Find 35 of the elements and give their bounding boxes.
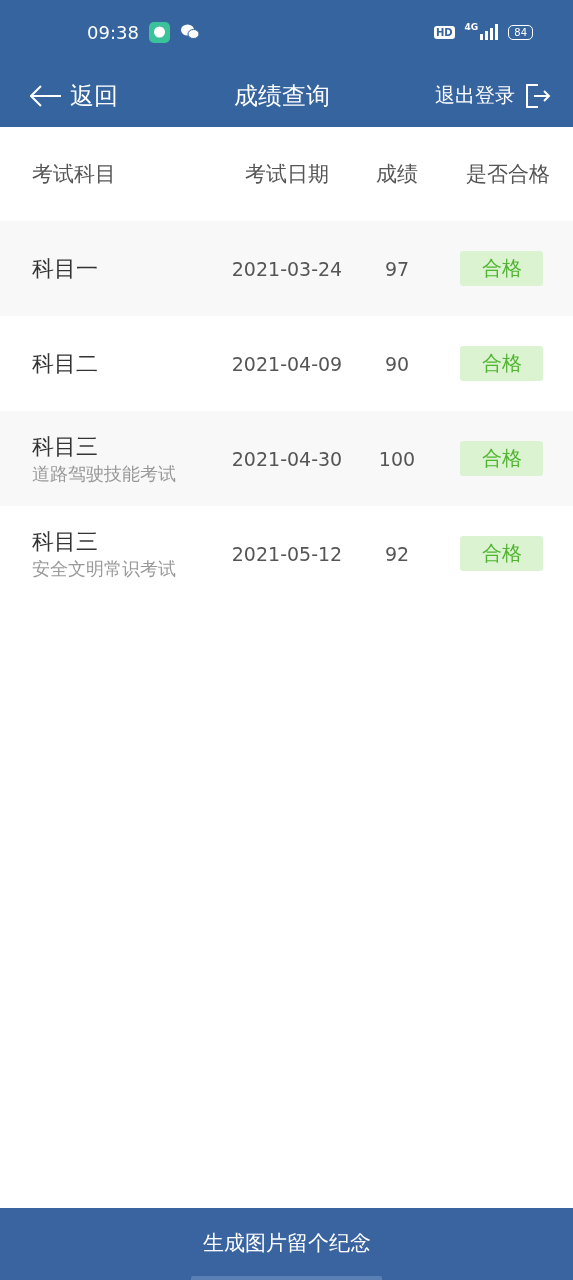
status-time: 09:38: [87, 21, 139, 43]
exam-score: 92: [383, 542, 411, 565]
hd-indicator: HD: [433, 25, 455, 39]
message-app-icon: [148, 21, 170, 43]
column-header: 成绩: [375, 161, 419, 188]
network-type: 4G: [464, 22, 479, 32]
exam-score: 100: [377, 447, 417, 470]
chat-app-icon: [179, 24, 200, 40]
signal-icon: [480, 24, 499, 40]
exam-date: 2021-05-12: [230, 542, 344, 565]
subject-name: 科目三: [32, 527, 99, 556]
column-header: 考试科目: [32, 161, 117, 188]
logout-button[interactable]: 退出登录: [435, 82, 551, 109]
left-arrow-icon: [30, 84, 62, 107]
back-button[interactable]: 返回: [30, 79, 118, 112]
column-header: 考试日期: [244, 161, 330, 188]
subject-name: 科目一: [32, 254, 99, 283]
subject-detail: 安全文明常识考试: [32, 556, 177, 581]
subject-name: 科目二: [32, 349, 99, 378]
result-badge: 合格: [460, 251, 543, 286]
result-badge: 合格: [460, 536, 543, 571]
exam-date: 2021-04-30: [230, 447, 344, 470]
subject-detail: 道路驾驶技能考试: [32, 461, 177, 486]
result-badge: 合格: [460, 441, 543, 476]
logout-icon: [525, 83, 551, 108]
result-badge: 合格: [460, 346, 543, 381]
column-header: 是否合格: [464, 161, 551, 188]
subject-name: 科目三: [32, 432, 99, 461]
battery-level: 84: [508, 24, 533, 40]
generate-image-button[interactable]: 生成图片留个纪念: [0, 1208, 573, 1280]
exam-date: 2021-04-09: [230, 352, 344, 375]
exam-score: 97: [383, 257, 411, 280]
exam-date: 2021-03-24: [230, 257, 344, 280]
exam-score: 90: [383, 352, 411, 375]
page-title: 成绩查询: [232, 80, 331, 112]
